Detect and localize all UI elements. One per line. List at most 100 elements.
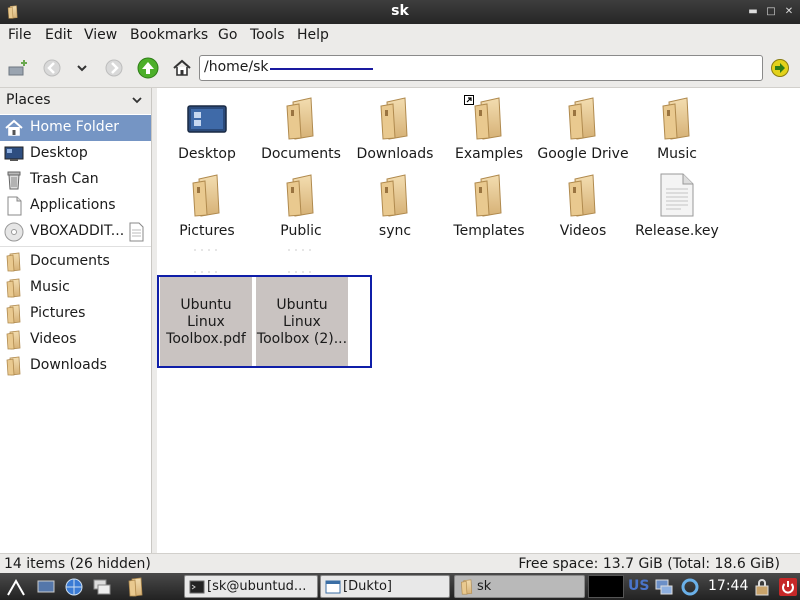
- file-name: Videos: [559, 223, 607, 239]
- chevron-down-icon: [77, 65, 87, 72]
- menu-view[interactable]: View: [84, 27, 117, 43]
- go-button[interactable]: [768, 56, 792, 80]
- sidebar-item-label: Music: [30, 279, 70, 295]
- file-view[interactable]: Desktop Documents Downloads Examples Goo…: [157, 88, 800, 553]
- folder-icon: [4, 304, 24, 324]
- sidebar-item-label: Desktop: [30, 145, 88, 161]
- power-icon[interactable]: [778, 577, 798, 597]
- task-label: [sk@ubuntud...: [207, 579, 307, 594]
- home-icon: [173, 59, 191, 76]
- sidebar-item-home-folder[interactable]: Home Folder: [0, 115, 151, 141]
- file-item-release-key[interactable]: Release.key: [630, 169, 724, 245]
- annotation-underline: [270, 68, 373, 70]
- task-label: sk: [477, 579, 492, 594]
- task-terminal[interactable]: [sk@ubuntud...: [184, 575, 318, 598]
- go-arrow-icon: [771, 59, 789, 77]
- home-icon: [5, 119, 23, 136]
- sync-icon[interactable]: [680, 577, 700, 597]
- task-file-manager[interactable]: sk: [454, 575, 585, 598]
- sidebar-item-applications[interactable]: Applications: [0, 193, 151, 219]
- pdf-thumbnail-icon: [288, 249, 312, 273]
- menu-go[interactable]: Go: [218, 27, 237, 43]
- task-dukto[interactable]: [Dukto]: [320, 575, 450, 598]
- file-name: Downloads: [356, 146, 434, 162]
- folder-icon: [281, 96, 321, 140]
- maximize-icon[interactable]: □: [764, 5, 778, 19]
- network-icon[interactable]: [654, 577, 674, 597]
- file-item-public[interactable]: Public: [254, 169, 348, 245]
- up-button[interactable]: [136, 56, 160, 80]
- places-header[interactable]: Places: [0, 88, 151, 114]
- new-tab-button[interactable]: [6, 56, 30, 80]
- clock[interactable]: 17:44: [708, 578, 748, 594]
- file-item-downloads[interactable]: Downloads: [348, 92, 442, 168]
- sidebar-item-label: Downloads: [30, 357, 107, 373]
- file-item-pictures[interactable]: Pictures: [160, 169, 254, 245]
- folder-icon: [563, 96, 603, 140]
- desktop-icon: [4, 146, 24, 161]
- file-name: Templates: [453, 223, 525, 239]
- sidebar-item-label: Home Folder: [30, 119, 120, 135]
- menu-file[interactable]: File: [8, 27, 31, 43]
- close-icon[interactable]: ✕: [782, 5, 796, 19]
- menu-edit[interactable]: Edit: [45, 27, 72, 43]
- menu-bookmarks[interactable]: Bookmarks: [130, 27, 208, 43]
- folder-icon: [657, 96, 697, 140]
- sidebar-item-videos[interactable]: Videos: [0, 327, 151, 353]
- sidebar-item-desktop[interactable]: Desktop: [0, 141, 151, 167]
- item-count: 14 items (26 hidden): [4, 556, 151, 572]
- forward-button[interactable]: [102, 56, 126, 80]
- app-menu-icon[interactable]: [6, 577, 26, 597]
- back-arrow-icon: [43, 59, 61, 77]
- file-item-desktop[interactable]: Desktop: [160, 92, 254, 168]
- sidebar-item-downloads[interactable]: Downloads: [0, 353, 151, 379]
- file-name: Public: [280, 223, 322, 239]
- menu-help[interactable]: Help: [297, 27, 329, 43]
- keyboard-layout-indicator[interactable]: US: [628, 578, 649, 594]
- file-item-examples[interactable]: Examples: [442, 92, 536, 168]
- sidebar-item-vboxadditions[interactable]: VBOXADDIT...: [0, 219, 151, 245]
- folder-icon: [469, 173, 509, 217]
- location-bar[interactable]: /home/sk: [199, 55, 763, 81]
- show-desktop-icon[interactable]: [36, 577, 56, 597]
- eject-document-icon[interactable]: [126, 222, 146, 242]
- text-file-icon: [660, 173, 694, 217]
- desktop-icon: [187, 105, 227, 133]
- cpu-monitor: [588, 575, 624, 598]
- places-label: Places: [6, 92, 51, 108]
- browser-icon[interactable]: [64, 577, 84, 597]
- sidebar-separator: [0, 246, 151, 247]
- file-manager-icon[interactable]: [126, 577, 146, 597]
- home-button[interactable]: [170, 56, 194, 80]
- history-dropdown[interactable]: [70, 56, 94, 80]
- file-item-videos[interactable]: Videos: [536, 169, 630, 245]
- file-name: Examples: [454, 146, 524, 162]
- file-item-music[interactable]: Music: [630, 92, 724, 168]
- file-name: Documents: [261, 146, 341, 162]
- file-item-sync[interactable]: sync: [348, 169, 442, 245]
- sidebar-item-pictures[interactable]: Pictures: [0, 301, 151, 327]
- sidebar-item-label: Applications: [30, 197, 116, 213]
- menu-tools[interactable]: Tools: [250, 27, 285, 43]
- location-input[interactable]: /home/sk: [204, 59, 269, 75]
- toolbar: /home/sk: [0, 48, 800, 88]
- minimize-icon[interactable]: ▬: [746, 5, 760, 19]
- lock-screen-icon[interactable]: [752, 577, 772, 597]
- file-name: Music: [657, 146, 697, 162]
- applications-icon: [7, 196, 22, 216]
- chevron-down-icon[interactable]: [130, 93, 144, 107]
- sidebar-item-documents[interactable]: Documents: [0, 249, 151, 275]
- window-list-icon[interactable]: [92, 577, 112, 597]
- sidebar-item-music[interactable]: Music: [0, 275, 151, 301]
- folder-link-icon: [469, 96, 509, 140]
- file-item-google-drive[interactable]: Google Drive: [536, 92, 630, 168]
- back-button[interactable]: [40, 56, 64, 80]
- file-name: Release.key: [635, 223, 719, 239]
- file-item-templates[interactable]: Templates: [442, 169, 536, 245]
- file-name: Pictures: [179, 223, 235, 239]
- file-item-documents[interactable]: Documents: [254, 92, 348, 168]
- symlink-badge-icon: [464, 95, 474, 105]
- cdrom-icon: [4, 222, 24, 242]
- free-space: Free space: 13.7 GiB (Total: 18.6 GiB): [518, 556, 780, 572]
- sidebar-item-trash[interactable]: Trash Can: [0, 167, 151, 193]
